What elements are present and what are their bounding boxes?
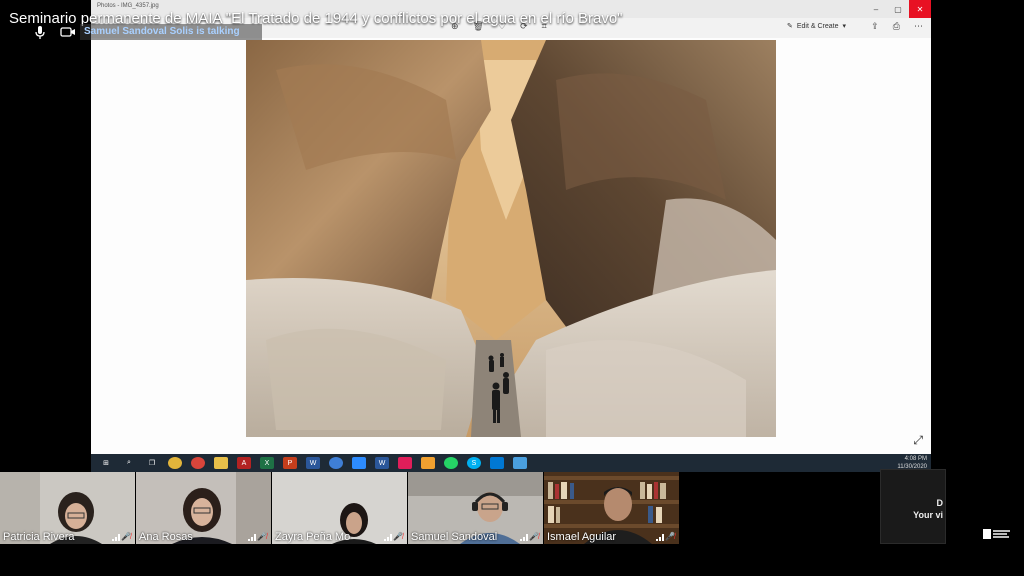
whatsapp-icon[interactable] xyxy=(444,457,458,469)
watermark-logo xyxy=(983,529,1010,539)
photo-area: ⤢ xyxy=(91,38,931,454)
signal-icon xyxy=(520,534,528,541)
windows-start-icon[interactable]: ⊞ xyxy=(99,457,113,469)
self-view-line1: D xyxy=(936,498,944,508)
skype-icon[interactable]: S xyxy=(467,457,481,469)
signal-icon xyxy=(248,534,256,541)
window-controls: – ▢ ✕ xyxy=(865,0,931,18)
edit-create-button[interactable]: ✎ Edit & Create ▾ xyxy=(787,22,847,31)
windows-taskbar: ⊞ ⌕ ❐ A X P W W S 4:08 PM 11/30/2020 xyxy=(91,454,931,472)
self-view-line2: Your vi xyxy=(913,510,943,520)
participant-tile[interactable]: Ismael Aguilar 🎤̸ xyxy=(544,472,680,544)
clock-time: 4:08 PM xyxy=(904,456,927,462)
word-icon[interactable]: W xyxy=(306,457,320,469)
acrobat-icon[interactable]: A xyxy=(237,457,251,469)
participant-name: Samuel Sandoval xyxy=(411,531,498,543)
minimize-icon[interactable]: – xyxy=(865,0,887,18)
print-icon[interactable]: ⎙ xyxy=(893,21,900,32)
chevron-down-icon: ▾ xyxy=(842,23,847,30)
task-view-icon[interactable]: ❐ xyxy=(145,457,159,469)
edit-create-label: Edit & Create xyxy=(796,22,839,30)
share-icon[interactable]: ⇪ xyxy=(871,21,879,32)
participant-strip: Patricia Rivera 🎤̸ Ana Rosas 🎤̸ Zayra Pe… xyxy=(0,472,686,544)
app-title: Photos - IMG_4357.jpg xyxy=(97,3,159,9)
participant-name: Ana Rosas xyxy=(139,531,193,543)
slack-icon[interactable] xyxy=(398,457,412,469)
word-doc-icon[interactable]: W xyxy=(375,457,389,469)
video-frame: Photos - IMG_4357.jpg – ▢ ✕ ⊕ 🗑 ♡ ⟳ ⌗ ✎ … xyxy=(0,0,1024,576)
signal-icon xyxy=(656,534,664,541)
participant-tile[interactable]: Samuel Sandoval 🎤̸ xyxy=(408,472,544,544)
canyon-illustration xyxy=(246,40,776,437)
muted-mic-icon: 🎤̸ xyxy=(665,532,675,541)
pinwheel-icon[interactable] xyxy=(421,457,435,469)
participant-tile[interactable]: Ana Rosas 🎤̸ xyxy=(136,472,272,544)
more-icon[interactable]: ⋯ xyxy=(914,21,923,32)
camera-icon[interactable] xyxy=(60,24,76,40)
outlook-icon[interactable] xyxy=(490,457,504,469)
talking-indicator: Samuel Sandoval Solis is talking xyxy=(80,24,262,40)
edit-icon: ✎ xyxy=(787,23,793,30)
muted-mic-icon: 🎤̸ xyxy=(393,532,403,541)
powerpoint-icon[interactable]: P xyxy=(283,457,297,469)
participant-name: Zayra Peña Mo xyxy=(275,531,351,543)
participant-name: Patricia Rivera xyxy=(3,531,75,543)
muted-mic-icon: 🎤̸ xyxy=(121,532,131,541)
shared-screen: Photos - IMG_4357.jpg – ▢ ✕ ⊕ 🗑 ♡ ⟳ ⌗ ✎ … xyxy=(91,0,931,472)
canyon-photo xyxy=(246,40,776,437)
expand-icon[interactable]: ⤢ xyxy=(913,433,923,448)
file-explorer-icon[interactable] xyxy=(214,457,228,469)
muted-mic-icon: 🎤̸ xyxy=(529,532,539,541)
browser-icon[interactable] xyxy=(329,457,343,469)
signal-icon xyxy=(384,534,392,541)
zoom-app-icon[interactable] xyxy=(352,457,366,469)
talking-text: Samuel Sandoval Solis is talking xyxy=(84,26,240,37)
toolbar-right: ⇪ ⎙ ⋯ xyxy=(871,21,923,32)
signal-icon xyxy=(112,534,120,541)
participant-name: Ismael Aguilar xyxy=(547,531,617,543)
maximize-icon[interactable]: ▢ xyxy=(887,0,909,18)
close-icon[interactable]: ✕ xyxy=(909,0,931,18)
photos-app-icon[interactable] xyxy=(513,457,527,469)
self-view[interactable]: D Your vi xyxy=(880,469,946,544)
muted-mic-icon: 🎤̸ xyxy=(257,532,267,541)
participant-tile[interactable]: Patricia Rivera 🎤̸ xyxy=(0,472,136,544)
microphone-icon[interactable] xyxy=(32,24,48,40)
chrome-profile-icon[interactable] xyxy=(191,457,205,469)
search-icon[interactable]: ⌕ xyxy=(122,457,136,469)
excel-icon[interactable]: X xyxy=(260,457,274,469)
chrome-icon[interactable] xyxy=(168,457,182,469)
participant-tile[interactable]: Zayra Peña Mo 🎤̸ xyxy=(272,472,408,544)
